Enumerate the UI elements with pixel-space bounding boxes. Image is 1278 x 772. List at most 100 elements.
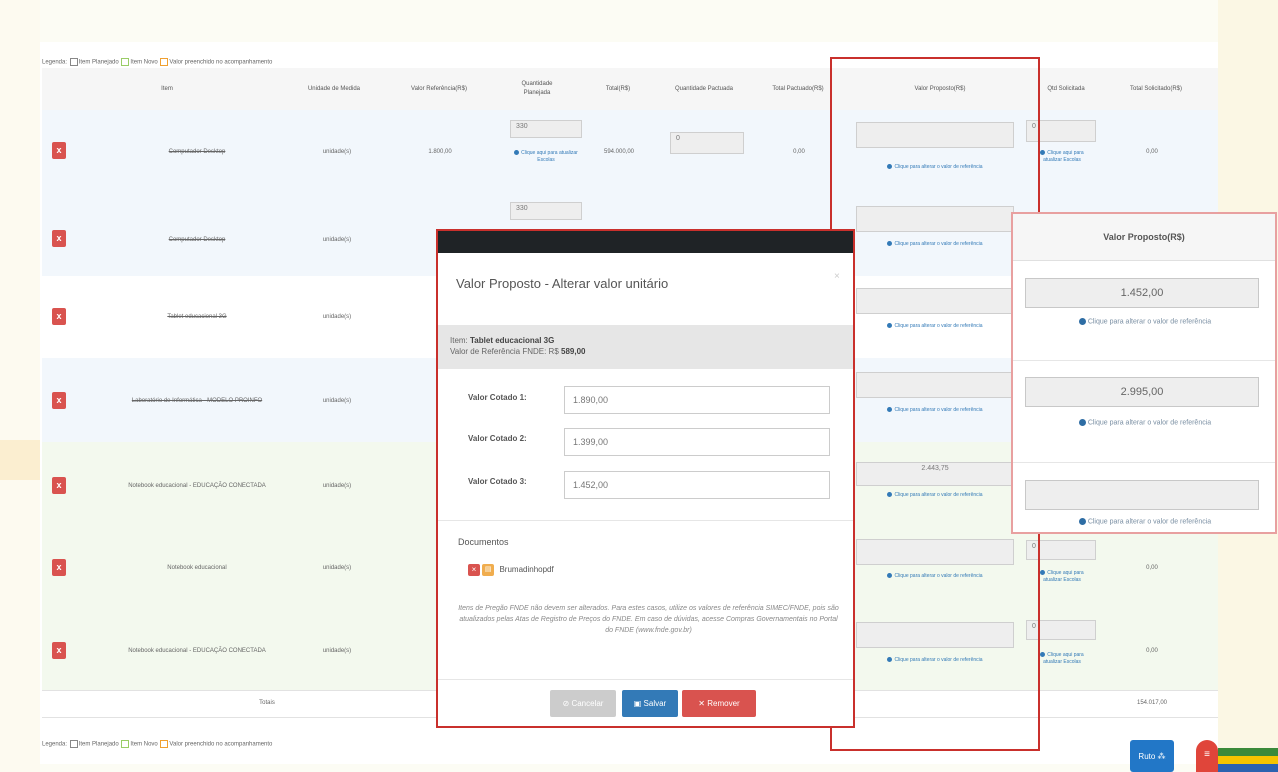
table-header: Item Unidade de Medida Valor Referência(…: [42, 68, 1218, 111]
legend-box-planned: [69, 740, 78, 748]
valor-cotado-2-input[interactable]: 1.399,00: [564, 428, 830, 456]
close-icon[interactable]: ×: [834, 271, 840, 282]
pactuated-qty-input[interactable]: 0: [670, 132, 744, 154]
left-band: [0, 440, 40, 480]
zoom-divider: [1013, 360, 1275, 361]
zoom-header: Valor Proposto(R$): [1013, 214, 1275, 261]
delete-button[interactable]: x: [52, 477, 66, 494]
file-icon: ▤: [482, 564, 495, 576]
zoom-divider: [1013, 462, 1275, 463]
zoom-value-input-3[interactable]: [1025, 480, 1259, 510]
legend-item-planned: Item Planejado: [78, 59, 119, 66]
pregao-notice: Itens de Pregão FNDE não devem ser alter…: [458, 605, 839, 634]
legend-item-filled: Valor preenchido no acompanhamento: [169, 59, 273, 66]
save-icon: ▣: [633, 699, 644, 708]
delete-button[interactable]: x: [52, 230, 66, 247]
header-valor-ref: Valor Referência(R$): [411, 85, 467, 92]
cancel-button[interactable]: ⊘ Cancelar: [550, 690, 616, 717]
delete-button[interactable]: x: [52, 642, 66, 659]
reference-value: 1.800,00: [428, 149, 452, 155]
legend-label: Legenda:: [42, 741, 68, 748]
legend-top: Legenda: Item Planejado Item Novo Valor …: [42, 58, 272, 66]
header-total-pactuado: Total Pactuado(R$): [772, 85, 824, 92]
header-total: Total(R$): [605, 85, 631, 92]
total-pactuado-value: 0,00: [793, 149, 805, 155]
header-qtd-solicitada: Qtd Solicitada: [1047, 85, 1085, 92]
legend-item-new: Item Novo: [130, 59, 158, 66]
valor-cotado-2-label: Valor Cotado 2:: [468, 434, 527, 443]
legend-item-new: Item Novo: [130, 741, 158, 748]
share-icon: ⁂: [1155, 751, 1166, 761]
total-requested-value: 0,00: [1146, 648, 1158, 654]
item-name: Computador Desktop: [168, 149, 226, 155]
document-link[interactable]: Brumadinhopdf: [499, 565, 553, 574]
zoom-hint-3[interactable]: Clique para alterar o valor de referênci…: [1019, 518, 1271, 525]
menu-pill-icon[interactable]: ≡: [1196, 740, 1218, 772]
totals-requested-value: 154.017,00: [1136, 700, 1168, 706]
modal-footer-divider: [438, 679, 853, 680]
modal-title: Valor Proposto - Alterar valor unitário: [456, 276, 669, 291]
left-margin: [0, 0, 40, 772]
item-name: Notebook educacional - EDUCAÇÃO CONECTAD…: [128, 483, 266, 489]
unit-label: unidade(s): [322, 398, 352, 404]
totals-label: Totais: [259, 700, 275, 706]
item-name: Notebook educacional - EDUCAÇÃO CONECTAD…: [128, 648, 266, 654]
modal-top-bar: [438, 231, 853, 253]
unit-label: unidade(s): [322, 237, 352, 243]
header-qtd-pactuada: Quantidade Pactuada: [674, 85, 734, 92]
document-item: × ▤ Brumadinhopdf: [468, 564, 554, 576]
info-icon: [1078, 318, 1086, 325]
save-button[interactable]: ▣ Salvar: [622, 690, 678, 717]
info-icon: [1040, 570, 1046, 576]
modal-ref-line: Valor de Referência FNDE: R$ 589,00: [450, 347, 586, 356]
requested-qty-hint[interactable]: Clique aqui para atualizar Escolas: [1032, 570, 1092, 584]
valor-cotado-3-label: Valor Cotado 3:: [468, 477, 527, 486]
info-icon: [1078, 419, 1086, 426]
unit-label: unidade(s): [322, 314, 352, 320]
remove-icon: ✕: [698, 699, 708, 708]
modal-item-line: Item: Tablet educacional 3G: [450, 336, 555, 345]
unit-label: unidade(s): [322, 565, 352, 571]
zoom-hint-1[interactable]: Clique para alterar o valor de referênci…: [1019, 318, 1271, 325]
delete-button[interactable]: x: [52, 392, 66, 409]
header-qtd-planejada: Quantidade Planejada: [521, 81, 553, 96]
delete-document-icon[interactable]: ×: [468, 564, 480, 576]
item-name: Notebook educacional: [167, 565, 227, 571]
total-requested-value: 0,00: [1146, 565, 1158, 571]
valor-cotado-1-label: Valor Cotado 1:: [468, 393, 527, 402]
legend-box-planned: [69, 58, 78, 66]
zoom-hint-2[interactable]: Clique para alterar o valor de referênci…: [1019, 419, 1271, 426]
planned-qty-hint[interactable]: Clique aqui para atualizar Escolas: [510, 150, 582, 164]
floating-action-button[interactable]: Ruto ⁂: [1130, 740, 1174, 772]
zoom-value-input-1[interactable]: 1.452,00: [1025, 278, 1259, 308]
stripe-blue: [1218, 764, 1278, 772]
item-name: Computador Desktop: [168, 237, 226, 243]
cancel-icon: ⊘: [562, 699, 572, 708]
documents-title: Documentos: [458, 537, 509, 547]
requested-qty-hint[interactable]: Clique aqui para atualizar Escolas: [1032, 150, 1092, 164]
total-requested-value: 0,00: [1146, 149, 1158, 155]
delete-button[interactable]: x: [52, 559, 66, 576]
zoom-value-input-2[interactable]: 2.995,00: [1025, 377, 1259, 407]
stripe-yellow: [1218, 756, 1278, 764]
legend-box-new: [121, 58, 130, 66]
remove-button[interactable]: ✕ Remover: [682, 690, 756, 717]
stripe-green: [1218, 748, 1278, 756]
valor-cotado-3-input[interactable]: 1.452,00: [564, 471, 830, 499]
modal-item-info: Item: Tablet educacional 3G Valor de Ref…: [438, 325, 853, 369]
delete-button[interactable]: x: [52, 308, 66, 325]
item-name: Laboratório de Informática - MODELO PROI…: [131, 398, 263, 404]
legend-box-filled: [160, 740, 169, 748]
header-total-solicitado: Total Solicitado(R$): [1129, 85, 1183, 92]
requested-qty-hint[interactable]: Clique aqui para atualizar Escolas: [1032, 652, 1092, 666]
planned-qty-input[interactable]: 330: [510, 120, 582, 138]
legend-bottom: Legenda: Item Planejado Item Novo Valor …: [42, 740, 272, 748]
delete-button[interactable]: x: [52, 142, 66, 159]
valor-cotado-1-input[interactable]: 1.890,00: [564, 386, 830, 414]
info-icon: [514, 150, 520, 156]
legend-item-planned: Item Planejado: [78, 741, 119, 748]
unit-label: unidade(s): [322, 483, 352, 489]
planned-qty-input[interactable]: 330: [510, 202, 582, 220]
item-name: Tablet educacional 3G: [167, 314, 227, 320]
legend-box-new: [121, 740, 130, 748]
